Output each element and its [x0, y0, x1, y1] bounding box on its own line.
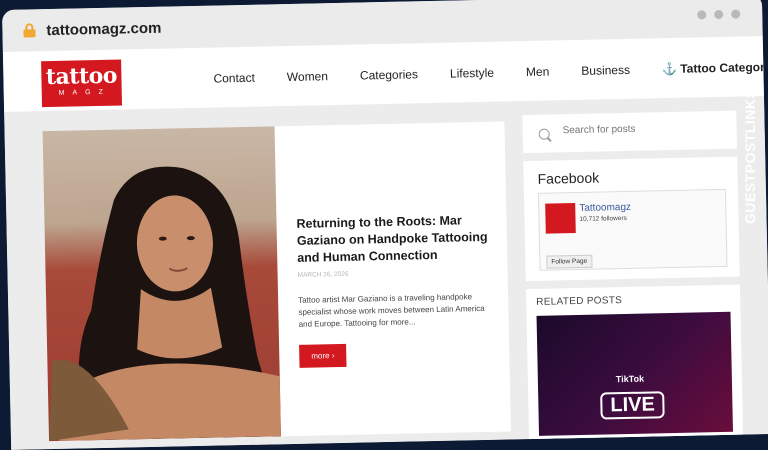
facebook-widget: Facebook Tattoomagz 10,712 followers Fol…: [523, 156, 740, 282]
facebook-page-card: Tattoomagz 10,712 followers Follow Page: [537, 188, 728, 271]
sidebar: Facebook Tattoomagz 10,712 followers Fol…: [522, 110, 744, 450]
page-content: Returning to the Roots: Mar Gaziano on H…: [4, 96, 768, 450]
nav-item-contact[interactable]: Contact: [213, 71, 255, 86]
nav-item-women[interactable]: Women: [287, 69, 328, 84]
facebook-followers: 10,712 followers: [579, 214, 627, 223]
related-posts-title: RELATED POSTS: [536, 295, 623, 308]
facebook-follow-button[interactable]: Follow Page: [546, 254, 593, 269]
search-input[interactable]: [560, 120, 725, 138]
facebook-widget-title: Facebook: [537, 169, 600, 187]
lock-icon: [23, 23, 36, 38]
facebook-page-avatar[interactable]: [545, 203, 576, 234]
search-icon[interactable]: [538, 128, 550, 140]
featured-post-image[interactable]: [42, 126, 281, 442]
window-dot-icon[interactable]: [697, 10, 707, 20]
browser-window: tattoomagz.com tattoo MAGZ Contact Women…: [2, 0, 768, 450]
nav-item-lifestyle[interactable]: Lifestyle: [450, 66, 494, 81]
search-box: [522, 110, 738, 154]
nav-item-men[interactable]: Men: [526, 65, 550, 79]
site-logo[interactable]: tattoo MAGZ: [41, 59, 123, 108]
window-dot-icon[interactable]: [714, 9, 724, 20]
main-nav: Contact Women Categories Lifestyle Men B…: [213, 60, 768, 86]
related-post-image[interactable]: TikTok LIVE: [536, 311, 733, 436]
featured-post: Returning to the Roots: Mar Gaziano on H…: [42, 121, 511, 442]
nav-item-business[interactable]: Business: [581, 63, 630, 78]
featured-post-text: Returning to the Roots: Mar Gaziano on H…: [296, 212, 499, 368]
more-button[interactable]: more ›: [299, 343, 347, 368]
logo-main-text: tattoo: [45, 62, 118, 91]
window-dot-icon[interactable]: [731, 9, 741, 19]
post-title[interactable]: Returning to the Roots: Mar Gaziano on H…: [296, 212, 497, 267]
guestpostlinks-watermark: GUESTPOSTLINKS: [742, 34, 762, 234]
post-date: MARCH 26, 2026: [297, 270, 349, 279]
nav-item-categories[interactable]: Categories: [360, 67, 418, 82]
portrait-illustration: [49, 166, 281, 442]
tiktok-label: TikTok: [615, 373, 645, 385]
facebook-page-name[interactable]: Tattoomagz: [579, 202, 631, 214]
watermark-text: GUESTPOSTLINKS: [742, 88, 758, 224]
related-posts: RELATED POSTS TikTok LIVE: [525, 284, 744, 450]
live-badge: LIVE: [600, 391, 666, 420]
address-bar-url[interactable]: tattoomagz.com: [46, 20, 161, 39]
post-excerpt: Tattoo artist Mar Gaziano is a traveling…: [298, 292, 485, 329]
window-controls: [697, 9, 741, 20]
